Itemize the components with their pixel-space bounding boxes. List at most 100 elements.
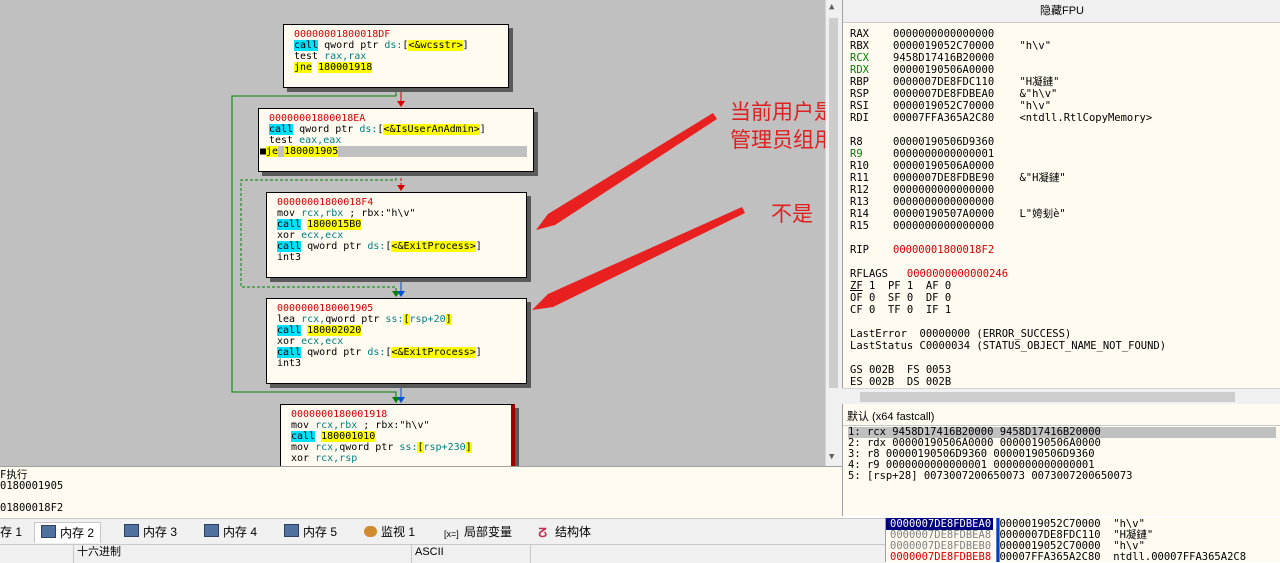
register-value[interactable]: 0000007DE8FDBEA0	[893, 88, 994, 100]
instruction-line[interactable]: jne 180001918	[294, 62, 502, 73]
segment-row[interactable]: GS 002B FS 0053	[850, 364, 951, 376]
graph-vertical-scrollbar[interactable]: ▲ ▼	[825, 0, 842, 466]
register-value[interactable]: 0000000000000000	[893, 28, 994, 40]
register-row-rcx[interactable]: RCX 9458D17416B20000	[850, 52, 994, 64]
flags-row[interactable]: OF 0 SF 0 DF 0	[850, 292, 951, 304]
register-row-r9[interactable]: R9 0000000000000001	[850, 148, 994, 160]
instruction-line[interactable]: ■je 180001905	[260, 146, 527, 157]
instruction-line[interactable]: call qword ptr ds:[<&wcsstr>]	[294, 40, 502, 51]
instruction-line[interactable]: xor rcx,rsp	[291, 453, 505, 464]
register-value[interactable]: 0000019052C70000	[893, 100, 994, 112]
instruction-line[interactable]: call qword ptr ds:[<&ExitProcess>]	[277, 241, 520, 252]
tab-memory-2[interactable]: 内存 2	[34, 522, 102, 543]
register-row-r15[interactable]: R15 0000000000000000	[850, 220, 994, 232]
instruction-line[interactable]: call 1800015B0	[277, 219, 520, 230]
block-address[interactable]: 00000001800018EA	[269, 113, 527, 124]
instruction-line[interactable]: call 180002020	[277, 325, 520, 336]
instruction-line[interactable]: mov rcx,rbx ; rbx:"h\v"	[277, 208, 520, 219]
stack-value[interactable]: 00007FFA365A2C80	[999, 551, 1100, 563]
register-value[interactable]: 00007FFA365A2C80	[893, 112, 994, 124]
block-address[interactable]: 00000001800018F4	[277, 197, 520, 208]
register-row-rax[interactable]: RAX 0000000000000000	[850, 28, 994, 40]
flag-zf[interactable]: ZF	[850, 280, 863, 292]
register-row-rsi[interactable]: RSI 0000019052C70000 "h\v"	[850, 100, 1051, 112]
register-value[interactable]: 00000190506A0000	[893, 160, 994, 172]
register-row-rsp[interactable]: RSP 0000007DE8FDBEA0 &"h\v"	[850, 88, 1057, 100]
instruction-line[interactable]: test rax,rax	[294, 51, 502, 62]
memory-icon	[41, 525, 56, 538]
dump-column-ascii[interactable]: ASCII	[411, 545, 530, 563]
instruction-line[interactable]: mov rcx,rbx ; rbx:"h\v"	[291, 420, 505, 431]
scroll-up-arrow-icon[interactable]: ▲	[829, 2, 834, 12]
tab-memory-3[interactable]: 内存 3	[118, 522, 183, 542]
register-value[interactable]: 0000007DE8FDBE90	[893, 172, 994, 184]
instruction-line[interactable]: call qword ptr ds:[<&ExitProcess>]	[277, 347, 520, 358]
stack-row[interactable]: 0000007DE8FDBEB8 ▐00007FFA365A2C80 ntdll.…	[886, 551, 1280, 563]
dump-column-hex[interactable]: 十六进制	[73, 545, 407, 563]
register-row-rbp[interactable]: RBP 0000007DE8FDC110 "H凝鏈"	[850, 76, 1059, 88]
register-value[interactable]: 00000001800018F2	[893, 244, 994, 256]
last-error-row[interactable]: LastError 00000000 (ERROR_SUCCESS)	[850, 328, 1071, 340]
graph-view[interactable]: 00000001800018DF call qword ptr ds:[<&wcs…	[0, 0, 825, 466]
flags-row[interactable]: CF 0 TF 0 IF 1	[850, 304, 951, 316]
rflags-row[interactable]: RFLAGS 0000000000000246	[850, 268, 1008, 280]
register-value[interactable]: 0000000000000246	[907, 268, 1008, 280]
register-row-r10[interactable]: R10 00000190506A0000	[850, 160, 994, 172]
tab-memory-1[interactable]: 存 1	[0, 522, 28, 542]
register-row-r8[interactable]: R8 00000190506D9360	[850, 136, 994, 148]
code-block-3[interactable]: 0000000180001905 lea rcx,qword ptr ss:[rs…	[266, 298, 527, 384]
instruction-line[interactable]: mov rcx,qword ptr ss:[rsp+230]	[291, 442, 505, 453]
instruction-line[interactable]: call 180001010	[291, 431, 505, 442]
scroll-down-arrow-icon[interactable]: ▼	[829, 452, 834, 462]
instruction-line[interactable]: lea rcx,qword ptr ss:[rsp+20]	[277, 314, 520, 325]
stack-address[interactable]: 0000007DE8FDBEB8	[886, 551, 993, 563]
block-address[interactable]: 0000000180001905	[277, 303, 520, 314]
register-row-r13[interactable]: R13 0000000000000000	[850, 196, 994, 208]
instruction-line[interactable]: xor ecx,ecx	[277, 336, 520, 347]
tab-watch-1[interactable]: 监视 1	[358, 522, 421, 542]
scroll-thumb[interactable]	[860, 392, 1235, 402]
instruction-line[interactable]: xor ecx,ecx	[277, 230, 520, 241]
block-address[interactable]: 0000000180001918	[291, 409, 505, 420]
stack-panel[interactable]: 0000007DE8FDBEA0 ▐0000019052C70000 "h\v" 0…	[885, 518, 1280, 562]
flags-row[interactable]: ZF 1 PF 1 AF 0	[850, 280, 951, 292]
register-row-rdi[interactable]: RDI 00007FFA365A2C80 <ntdll.RtlCopyMemory…	[850, 112, 1152, 124]
code-block-0[interactable]: 00000001800018DF call qword ptr ds:[<&wcs…	[283, 24, 509, 88]
code-block-4[interactable]: 0000000180001918 mov rcx,rbx ; rbx:"h\v" c…	[280, 404, 515, 466]
register-row-r12[interactable]: R12 0000000000000000	[850, 184, 994, 196]
code-block-1[interactable]: 00000001800018EA call qword ptr ds:[<&IsU…	[258, 108, 534, 172]
tab-locals[interactable]: [x=] 局部变量	[438, 522, 518, 542]
register-row-rdx[interactable]: RDX 00000190506A0000	[850, 64, 994, 76]
calling-convention-label[interactable]: 默认 (x64 fastcall)	[847, 408, 934, 424]
instruction-line[interactable]: int3	[277, 252, 520, 263]
last-status-row[interactable]: LastStatus C0000034 (STATUS_OBJECT_NAME_…	[850, 340, 1166, 352]
tab-struct[interactable]: ⵒ 结构体	[532, 522, 597, 542]
tab-memory-5[interactable]: 内存 5	[278, 522, 343, 542]
register-value[interactable]: 0000000000000000	[893, 196, 994, 208]
register-value[interactable]: 00000190506D9360	[893, 136, 994, 148]
register-value[interactable]: 0000007DE8FDC110	[893, 76, 994, 88]
scroll-thumb[interactable]	[829, 18, 838, 388]
instruction-line[interactable]: int3	[277, 358, 520, 369]
register-value[interactable]: 0000000000000001	[893, 148, 994, 160]
block-address[interactable]: 00000001800018DF	[294, 29, 502, 40]
instruction-line[interactable]: call qword ptr ds:[<&IsUserAnAdmin>]	[269, 124, 527, 135]
register-value[interactable]: 0000000000000000	[893, 220, 994, 232]
register-value[interactable]: 0000000000000000	[893, 184, 994, 196]
call-argument-row[interactable]: 5: [rsp+28] 0073007200650073 00730072006…	[848, 471, 1132, 482]
registers-horizontal-scrollbar[interactable]	[842, 388, 1280, 405]
segment-row[interactable]: ES 002B DS 002B	[850, 376, 951, 388]
register-row-rbx[interactable]: RBX 0000019052C70000 "h\v"	[850, 40, 1051, 52]
code-block-2[interactable]: 00000001800018F4 mov rcx,rbx ; rbx:"h\v" c…	[266, 192, 527, 278]
instruction-line[interactable]: test eax,eax	[269, 135, 527, 146]
register-value[interactable]: 00000190506A0000	[893, 64, 994, 76]
register-value[interactable]: 9458D17416B20000	[893, 52, 994, 64]
hide-fpu-button[interactable]: 隐藏FPU	[843, 0, 1280, 23]
tab-memory-4[interactable]: 内存 4	[198, 522, 263, 542]
register-row-rip[interactable]: RIP 00000001800018F2	[850, 244, 994, 256]
register-row-r14[interactable]: R14 00000190507A0000 L"姱刬è"	[850, 208, 1066, 220]
register-value[interactable]: 0000019052C70000	[893, 40, 994, 52]
instruction-token: qword ptr	[293, 124, 360, 135]
register-row-r11[interactable]: R11 0000007DE8FDBE90 &"H凝鏈"	[850, 172, 1066, 184]
register-value[interactable]: 00000190507A0000	[893, 208, 994, 220]
